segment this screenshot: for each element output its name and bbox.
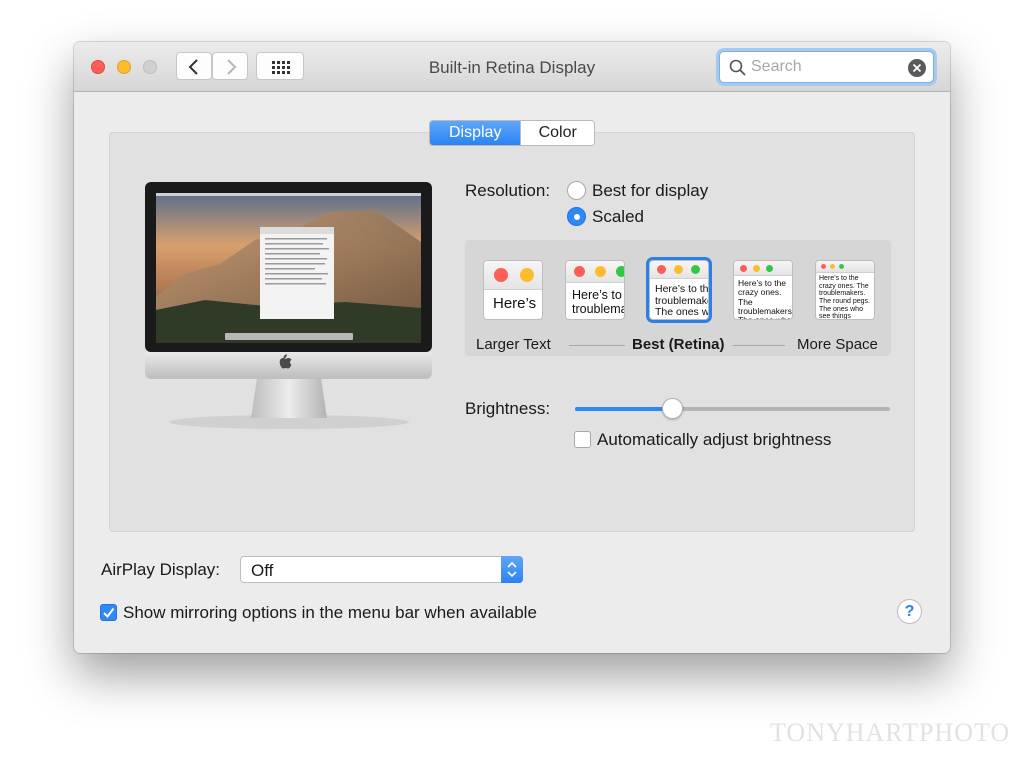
minimize-dot-icon (674, 265, 683, 274)
show-all-button[interactable] (256, 52, 304, 80)
radio-scaled[interactable] (567, 207, 586, 226)
minimize-dot-icon (595, 266, 606, 277)
scaled-label[interactable]: Scaled (592, 207, 644, 227)
zoom-button[interactable] (143, 60, 157, 74)
scale-option-best-retina[interactable]: Here’s to the troublemakers. The ones wh… (646, 257, 712, 323)
brightness-slider-fill (575, 407, 673, 411)
close-button[interactable] (91, 60, 105, 74)
checkmark-icon (103, 607, 115, 619)
divider-line (569, 345, 625, 346)
close-dot-icon (574, 266, 585, 277)
scale-option-larger-text[interactable]: Here’s (483, 260, 543, 320)
airplay-value: Off (251, 561, 274, 580)
scaling-options: Here’s Here’s to the troublemakers. Here… (465, 240, 891, 356)
brightness-label: Brightness: (465, 399, 551, 418)
best-retina-label: Best (Retina) (632, 336, 725, 353)
airplay-label: AirPlay Display: (101, 560, 221, 579)
search-field[interactable] (719, 51, 934, 83)
search-input[interactable] (751, 57, 901, 77)
best-for-display-label[interactable]: Best for display (592, 181, 708, 201)
zoom-dot-icon (766, 264, 773, 272)
minimize-dot-icon (830, 264, 835, 269)
tab-color[interactable]: Color (520, 121, 594, 145)
resolution-label: Resolution: (465, 181, 551, 200)
tab-display[interactable]: Display (430, 121, 521, 145)
window-title: Built-in Retina Display (428, 58, 596, 77)
minimize-dot-icon (520, 268, 534, 282)
minimize-button[interactable] (117, 60, 131, 74)
airplay-display-select[interactable]: Off (240, 556, 523, 583)
watermark: TONYHARTPHOTO (770, 718, 1011, 747)
forward-button[interactable] (212, 52, 248, 80)
brightness-slider-knob[interactable] (662, 398, 684, 419)
auto-brightness-checkbox[interactable] (574, 431, 591, 448)
close-dot-icon (740, 264, 747, 272)
zoom-dot-icon (691, 265, 700, 274)
popup-stepper[interactable] (501, 556, 523, 583)
zoom-dot-icon (616, 266, 624, 277)
preferences-window: Built-in Retina Display Display Color (74, 42, 950, 653)
close-dot-icon (657, 265, 666, 274)
chevron-left-icon (188, 59, 198, 75)
tab-bar: Display Color (429, 120, 595, 146)
search-icon (729, 59, 746, 76)
minimize-dot-icon (753, 264, 760, 272)
mirroring-checkbox[interactable] (100, 604, 117, 621)
divider-line (733, 345, 785, 346)
close-dot-icon (821, 264, 826, 269)
radio-best-for-display[interactable] (567, 181, 586, 200)
auto-brightness-label[interactable]: Automatically adjust brightness (597, 430, 831, 450)
help-button[interactable]: ? (897, 599, 922, 624)
brightness-slider-track[interactable] (575, 407, 890, 411)
chevron-right-icon (227, 59, 237, 75)
close-dot-icon (494, 268, 508, 282)
clear-icon[interactable] (907, 58, 927, 78)
imac-illustration (145, 182, 432, 429)
scale-option-4[interactable]: Here’s to the crazy ones. The troublemak… (733, 260, 793, 320)
scale-option-2[interactable]: Here’s to the troublemakers. (565, 260, 625, 320)
larger-text-label: Larger Text (476, 336, 551, 353)
back-button[interactable] (176, 52, 212, 80)
more-space-label: More Space (797, 336, 878, 353)
title-bar: Built-in Retina Display (74, 42, 950, 92)
chevron-up-down-icon (507, 561, 517, 578)
grid-icon (272, 61, 290, 74)
zoom-dot-icon (839, 264, 844, 269)
scale-option-more-space[interactable]: Here’s to the crazy ones. The troublemak… (815, 260, 875, 320)
mirroring-label[interactable]: Show mirroring options in the menu bar w… (123, 603, 537, 623)
